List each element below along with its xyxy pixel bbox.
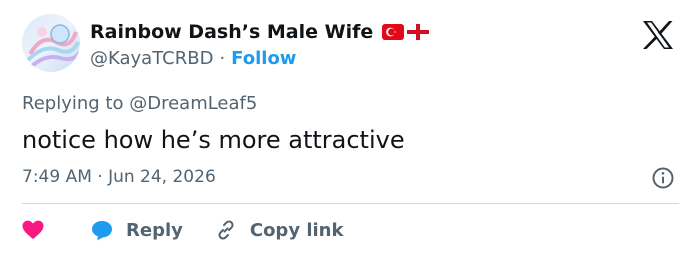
replying-to-line: Replying to @DreamLeaf5 xyxy=(22,92,257,116)
reply-button[interactable]: Reply xyxy=(91,220,183,241)
copy-link-button[interactable]: Copy link xyxy=(215,219,344,241)
x-logo-icon[interactable] xyxy=(641,20,675,50)
divider xyxy=(22,203,679,204)
tweet-timestamp[interactable]: 7:49 AM · Jun 24, 2026 xyxy=(22,165,216,189)
link-icon xyxy=(218,220,234,240)
display-name[interactable]: Rainbow Dash’s Male Wife xyxy=(90,20,373,44)
flags xyxy=(382,24,432,40)
author-handle-row: @KayaTCRBD · Follow xyxy=(90,47,296,71)
info-icon[interactable] xyxy=(651,166,675,190)
like-button[interactable] xyxy=(22,220,44,240)
reply-bubble-icon xyxy=(92,220,112,240)
reply-label: Reply xyxy=(126,219,183,241)
user-handle[interactable]: @KayaTCRBD xyxy=(90,47,213,71)
copy-link-label: Copy link xyxy=(249,219,344,241)
separator-dot: · xyxy=(219,48,226,69)
heart-icon xyxy=(22,220,44,239)
turkey-flag-icon xyxy=(382,24,405,40)
follow-button[interactable]: Follow xyxy=(231,47,296,71)
replying-to-mention[interactable]: @DreamLeaf5 xyxy=(129,93,257,114)
avatar-image xyxy=(22,14,80,72)
england-flag-icon xyxy=(407,24,430,40)
avatar[interactable] xyxy=(22,14,80,72)
author-name-row: Rainbow Dash’s Male Wife xyxy=(90,20,432,44)
tweet-actions: Reply Copy link xyxy=(22,216,343,244)
replying-prefix: Replying to xyxy=(22,93,124,114)
tweet-text: notice how he’s more attractive xyxy=(22,126,405,154)
